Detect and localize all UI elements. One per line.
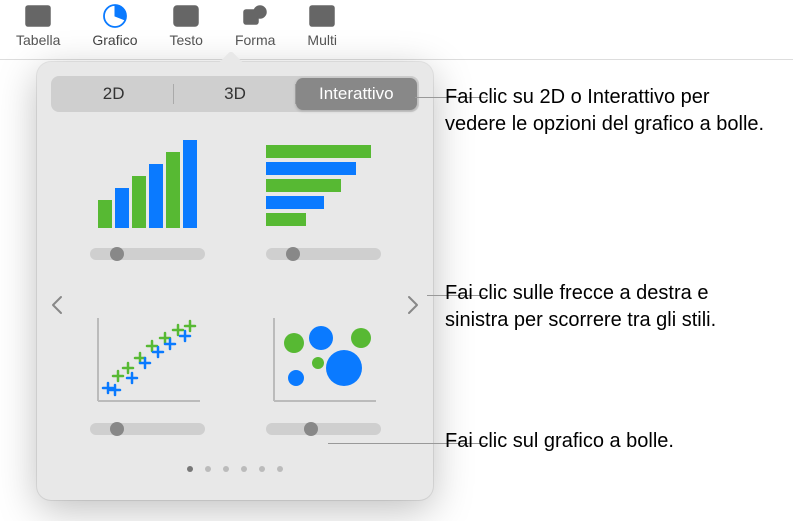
page-dot — [241, 466, 247, 472]
page-dot — [223, 466, 229, 472]
svg-text:T: T — [182, 9, 190, 24]
page-dot — [259, 466, 265, 472]
chart-chooser-popover: 2D 3D Interattivo — [37, 62, 433, 500]
text-icon: T — [172, 2, 200, 30]
slider-knob — [110, 422, 124, 436]
bubble-chart-icon — [258, 305, 388, 415]
slider-knob — [286, 247, 300, 261]
segment-3d[interactable]: 3D — [174, 78, 295, 110]
toolbar-item-grafico[interactable]: Grafico — [76, 2, 153, 48]
toolbar-label: Forma — [235, 32, 275, 48]
column-chart-icon — [82, 130, 212, 240]
media-icon — [308, 2, 336, 30]
segment-label: Interattivo — [319, 84, 394, 104]
chart-slider[interactable] — [266, 423, 381, 435]
page-dot — [277, 466, 283, 472]
chart-icon — [101, 2, 129, 30]
shape-icon — [241, 2, 269, 30]
toolbar-item-testo[interactable]: T Testo — [154, 2, 219, 48]
chart-option-bubble[interactable] — [255, 305, 391, 460]
prev-style-arrow[interactable] — [45, 285, 69, 325]
segment-label: 2D — [103, 84, 125, 104]
chart-style-grid — [79, 130, 391, 460]
chevron-left-icon — [51, 295, 63, 315]
chart-type-segmented-control: 2D 3D Interattivo — [51, 76, 419, 112]
chart-slider[interactable] — [90, 248, 205, 260]
bar-chart-icon — [258, 130, 388, 240]
page-indicator[interactable] — [51, 466, 419, 472]
toolbar-label: Testo — [170, 32, 203, 48]
next-style-arrow[interactable] — [401, 285, 425, 325]
scatter-chart-icon — [82, 305, 212, 415]
chart-option-bar[interactable] — [255, 130, 391, 285]
slider-knob — [110, 247, 124, 261]
slider-knob — [304, 422, 318, 436]
callout-arrows: Fai clic sulle frecce a destra e sinistr… — [445, 280, 775, 334]
chart-option-column[interactable] — [79, 130, 215, 285]
toolbar-label: Tabella — [16, 32, 60, 48]
toolbar-item-multimedia[interactable]: Multi — [291, 2, 337, 48]
chart-option-scatter[interactable] — [79, 305, 215, 460]
toolbar-label: Multi — [307, 32, 337, 48]
toolbar-item-tabella[interactable]: Tabella — [0, 2, 76, 48]
page-dot — [187, 466, 193, 472]
toolbar-label: Grafico — [92, 32, 137, 48]
callout-segments: Fai clic su 2D o Interattivo per vedere … — [445, 84, 775, 138]
chart-slider[interactable] — [266, 248, 381, 260]
chart-slider[interactable] — [90, 423, 205, 435]
main-toolbar: Tabella Grafico T Testo Forma Multi — [0, 0, 793, 60]
page-dot — [205, 466, 211, 472]
table-icon — [24, 2, 52, 30]
segment-2d[interactable]: 2D — [53, 78, 174, 110]
chart-styles-area — [51, 130, 419, 480]
segment-label: 3D — [224, 84, 246, 104]
chevron-right-icon — [407, 295, 419, 315]
toolbar-item-forma[interactable]: Forma — [219, 2, 291, 48]
segment-interattivo[interactable]: Interattivo — [296, 78, 417, 110]
callout-bubble: Fai clic sul grafico a bolle. — [445, 428, 674, 455]
